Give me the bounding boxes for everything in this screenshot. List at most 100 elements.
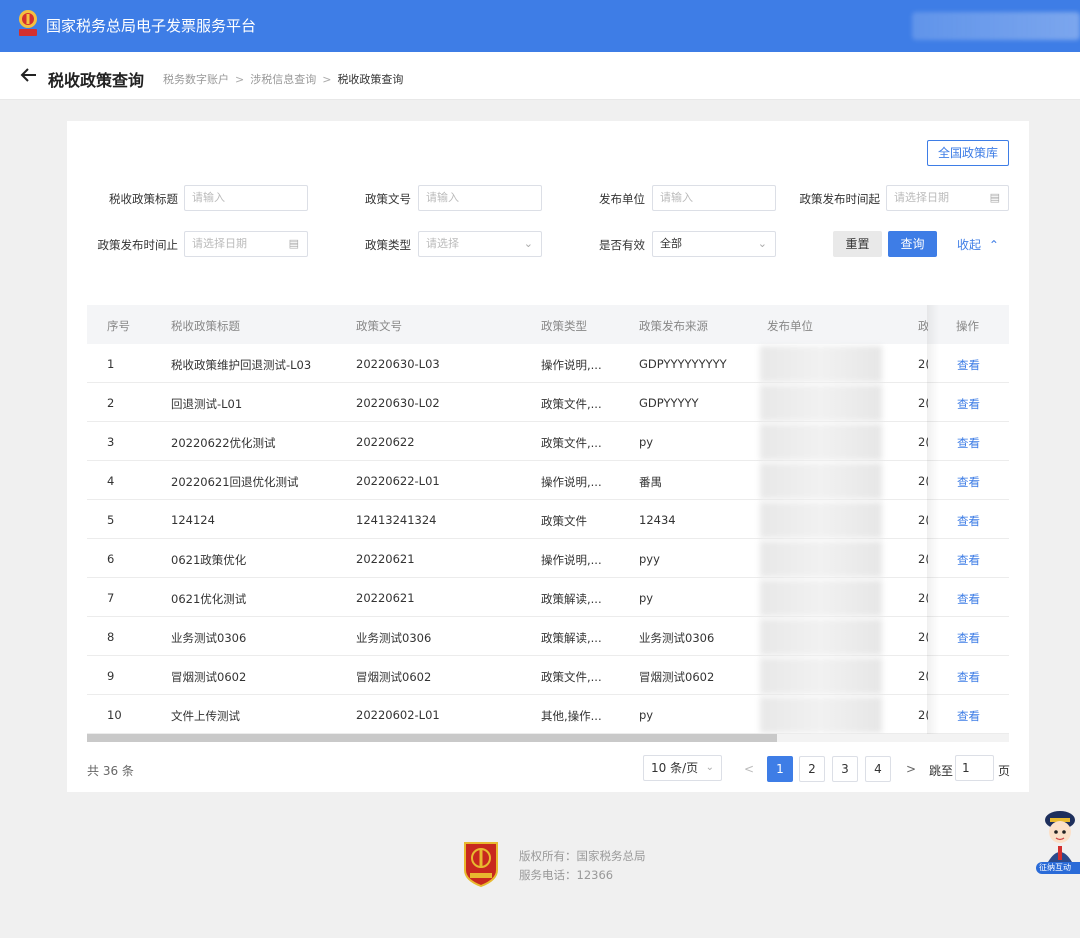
view-link[interactable]: 查看 xyxy=(957,669,980,685)
publish-date-start-picker[interactable]: 请选择日期 ▤ xyxy=(886,185,1009,211)
view-link[interactable]: 查看 xyxy=(957,474,980,490)
policy-table: 序号 税收政策标题 政策文号 政策类型 政策发布来源 发布单位 政 操作 1 税收… xyxy=(87,305,1009,734)
cell-index: 8 xyxy=(107,630,115,644)
policy-type-select[interactable]: 请选择 ⌄ xyxy=(418,231,542,257)
cell-doc-number: 20220630-L03 xyxy=(356,357,440,371)
breadcrumb-item-digital-account[interactable]: 税务数字账户 xyxy=(163,71,229,87)
cell-publisher-redacted xyxy=(760,502,882,538)
national-policy-library-button[interactable]: 全国政策库 xyxy=(927,140,1009,166)
cell-source: 冒烟测试0602 xyxy=(639,670,715,684)
doc-number-label: 政策文号 xyxy=(365,192,411,206)
cell-publisher-redacted xyxy=(760,463,882,499)
collapse-label: 收起 xyxy=(957,238,982,252)
column-header-source: 政策发布来源 xyxy=(639,319,708,333)
copyright-text: 版权所有：国家税务总局 xyxy=(519,849,646,863)
cell-doc-number: 20220630-L02 xyxy=(356,396,440,410)
page-size-select[interactable]: 10 条/页 ⌄ xyxy=(643,755,722,781)
cell-index: 5 xyxy=(107,513,115,527)
prev-page-icon[interactable]: < xyxy=(744,762,754,776)
reset-button[interactable]: 重置 xyxy=(833,231,882,257)
view-link[interactable]: 查看 xyxy=(957,591,980,607)
column-header-doc-number: 政策文号 xyxy=(356,319,402,333)
jump-to-label: 跳至 xyxy=(929,764,954,778)
collapse-filters-button[interactable]: 收起 ⌃ xyxy=(957,236,999,253)
query-button[interactable]: 查询 xyxy=(888,231,937,257)
app-title: 国家税务总局电子发票服务平台 xyxy=(46,17,257,35)
next-page-icon[interactable]: > xyxy=(906,762,916,776)
cell-title: 0621优化测试 xyxy=(171,592,247,606)
assistant-widget-label[interactable]: 征纳互动 xyxy=(1036,862,1080,874)
chevron-up-icon: ⌃ xyxy=(988,238,999,252)
cell-title: 文件上传测试 xyxy=(171,709,240,723)
cell-index: 9 xyxy=(107,669,115,683)
table-row: 1 税收政策维护回退测试-L03 20220630-L03 操作说明,... GDPYY… xyxy=(87,344,1009,383)
scrollbar-thumb[interactable] xyxy=(87,734,777,742)
jump-to-page-input[interactable]: 1 xyxy=(955,755,994,781)
top-bar: 国家税务总局电子发票服务平台 xyxy=(0,0,1080,52)
view-link[interactable]: 查看 xyxy=(957,708,980,724)
cell-title: 税收政策维护回退测试-L03 xyxy=(171,358,312,372)
user-account-area[interactable] xyxy=(912,12,1080,40)
table-row: 9冒烟测试0602冒烟测试0602政策文件,...冒烟测试06022(查看 xyxy=(87,656,1009,695)
chevron-down-icon: ⌄ xyxy=(757,237,767,250)
cell-type: 政策解读,... xyxy=(541,592,602,606)
cell-source: pyy xyxy=(639,552,660,566)
calendar-icon: ▤ xyxy=(989,191,1000,204)
table-header: 序号 税收政策标题 政策文号 政策类型 政策发布来源 发布单位 政 操作 xyxy=(87,305,1009,344)
page-button-2[interactable]: 2 xyxy=(799,756,825,782)
cell-source: 业务测试0306 xyxy=(639,631,715,645)
view-link[interactable]: 查看 xyxy=(957,513,980,529)
table-row: 2回退测试-L0120220630-L02政策文件,...GDPYYYYY2(查… xyxy=(87,383,1009,422)
cell-type: 操作说明,... xyxy=(541,553,602,567)
view-link[interactable]: 查看 xyxy=(957,357,980,373)
page-button-4[interactable]: 4 xyxy=(865,756,891,782)
footer-info: 版权所有：国家税务总局 服务电话：12366 xyxy=(519,847,646,885)
column-header-action: 操作 xyxy=(956,319,979,333)
doc-number-input[interactable]: 请输入 xyxy=(418,185,542,211)
page-size-value: 10 条/页 xyxy=(651,761,699,775)
cell-doc-number: 20220621 xyxy=(356,552,415,566)
jump-page-suffix: 页 xyxy=(998,764,1011,778)
table-row: 420220621回退优化测试20220622-L01操作说明,...番禺2(查… xyxy=(87,461,1009,500)
view-link[interactable]: 查看 xyxy=(957,435,980,451)
total-count: 共 36 条 xyxy=(87,764,134,778)
publisher-label: 发布单位 xyxy=(599,192,645,206)
cell-publisher-redacted xyxy=(760,541,882,577)
page-button-1[interactable]: 1 xyxy=(767,756,793,782)
table-row: 8业务测试0306业务测试0306政策解读,...业务测试03062(查看 xyxy=(87,617,1009,656)
calendar-icon: ▤ xyxy=(288,237,299,250)
footer-emblem-icon xyxy=(464,842,498,888)
publisher-input[interactable]: 请输入 xyxy=(652,185,776,211)
table-row: 60621政策优化20220621操作说明,...pyy2(查看 xyxy=(87,539,1009,578)
breadcrumb-item-tax-info[interactable]: 涉税信息查询 xyxy=(250,71,316,87)
cell-type: 政策文件,... xyxy=(541,436,602,450)
cell-title: 20220622优化测试 xyxy=(171,436,276,450)
policy-title-input[interactable]: 请输入 xyxy=(184,185,308,211)
service-phone-text: 服务电话：12366 xyxy=(519,868,614,882)
cell-publisher-redacted xyxy=(760,385,882,421)
page-title: 税收政策查询 xyxy=(48,71,145,90)
back-arrow-icon[interactable] xyxy=(20,66,38,84)
policy-title-label: 税收政策标题 xyxy=(109,192,178,206)
cell-index: 1 xyxy=(107,357,115,371)
cell-title: 20220621回退优化测试 xyxy=(171,475,299,489)
publish-date-start-placeholder: 请选择日期 xyxy=(894,191,949,204)
view-link[interactable]: 查看 xyxy=(957,396,980,412)
column-header-type: 政策类型 xyxy=(541,319,587,333)
page-button-3[interactable]: 3 xyxy=(832,756,858,782)
policy-type-placeholder: 请选择 xyxy=(426,237,459,250)
table-row: 320220622优化测试20220622政策文件,...py2(查看 xyxy=(87,422,1009,461)
is-valid-select[interactable]: 全部 ⌄ xyxy=(652,231,776,257)
cell-title: 0621政策优化 xyxy=(171,553,247,567)
breadcrumb-item-current: 税收政策查询 xyxy=(337,73,404,86)
cell-source: 12434 xyxy=(639,513,676,527)
table-row: 512412412413241324政策文件124342(查看 xyxy=(87,500,1009,539)
view-link[interactable]: 查看 xyxy=(957,552,980,568)
cell-type: 操作说明,... xyxy=(541,358,602,372)
table-row: 70621优化测试20220621政策解读,...py2(查看 xyxy=(87,578,1009,617)
column-header-title: 税收政策标题 xyxy=(171,319,240,333)
publish-date-end-picker[interactable]: 请选择日期 ▤ xyxy=(184,231,308,257)
view-link[interactable]: 查看 xyxy=(957,630,980,646)
publish-date-end-label: 政策发布时间止 xyxy=(97,238,179,252)
table-horizontal-scrollbar[interactable] xyxy=(87,734,1009,742)
